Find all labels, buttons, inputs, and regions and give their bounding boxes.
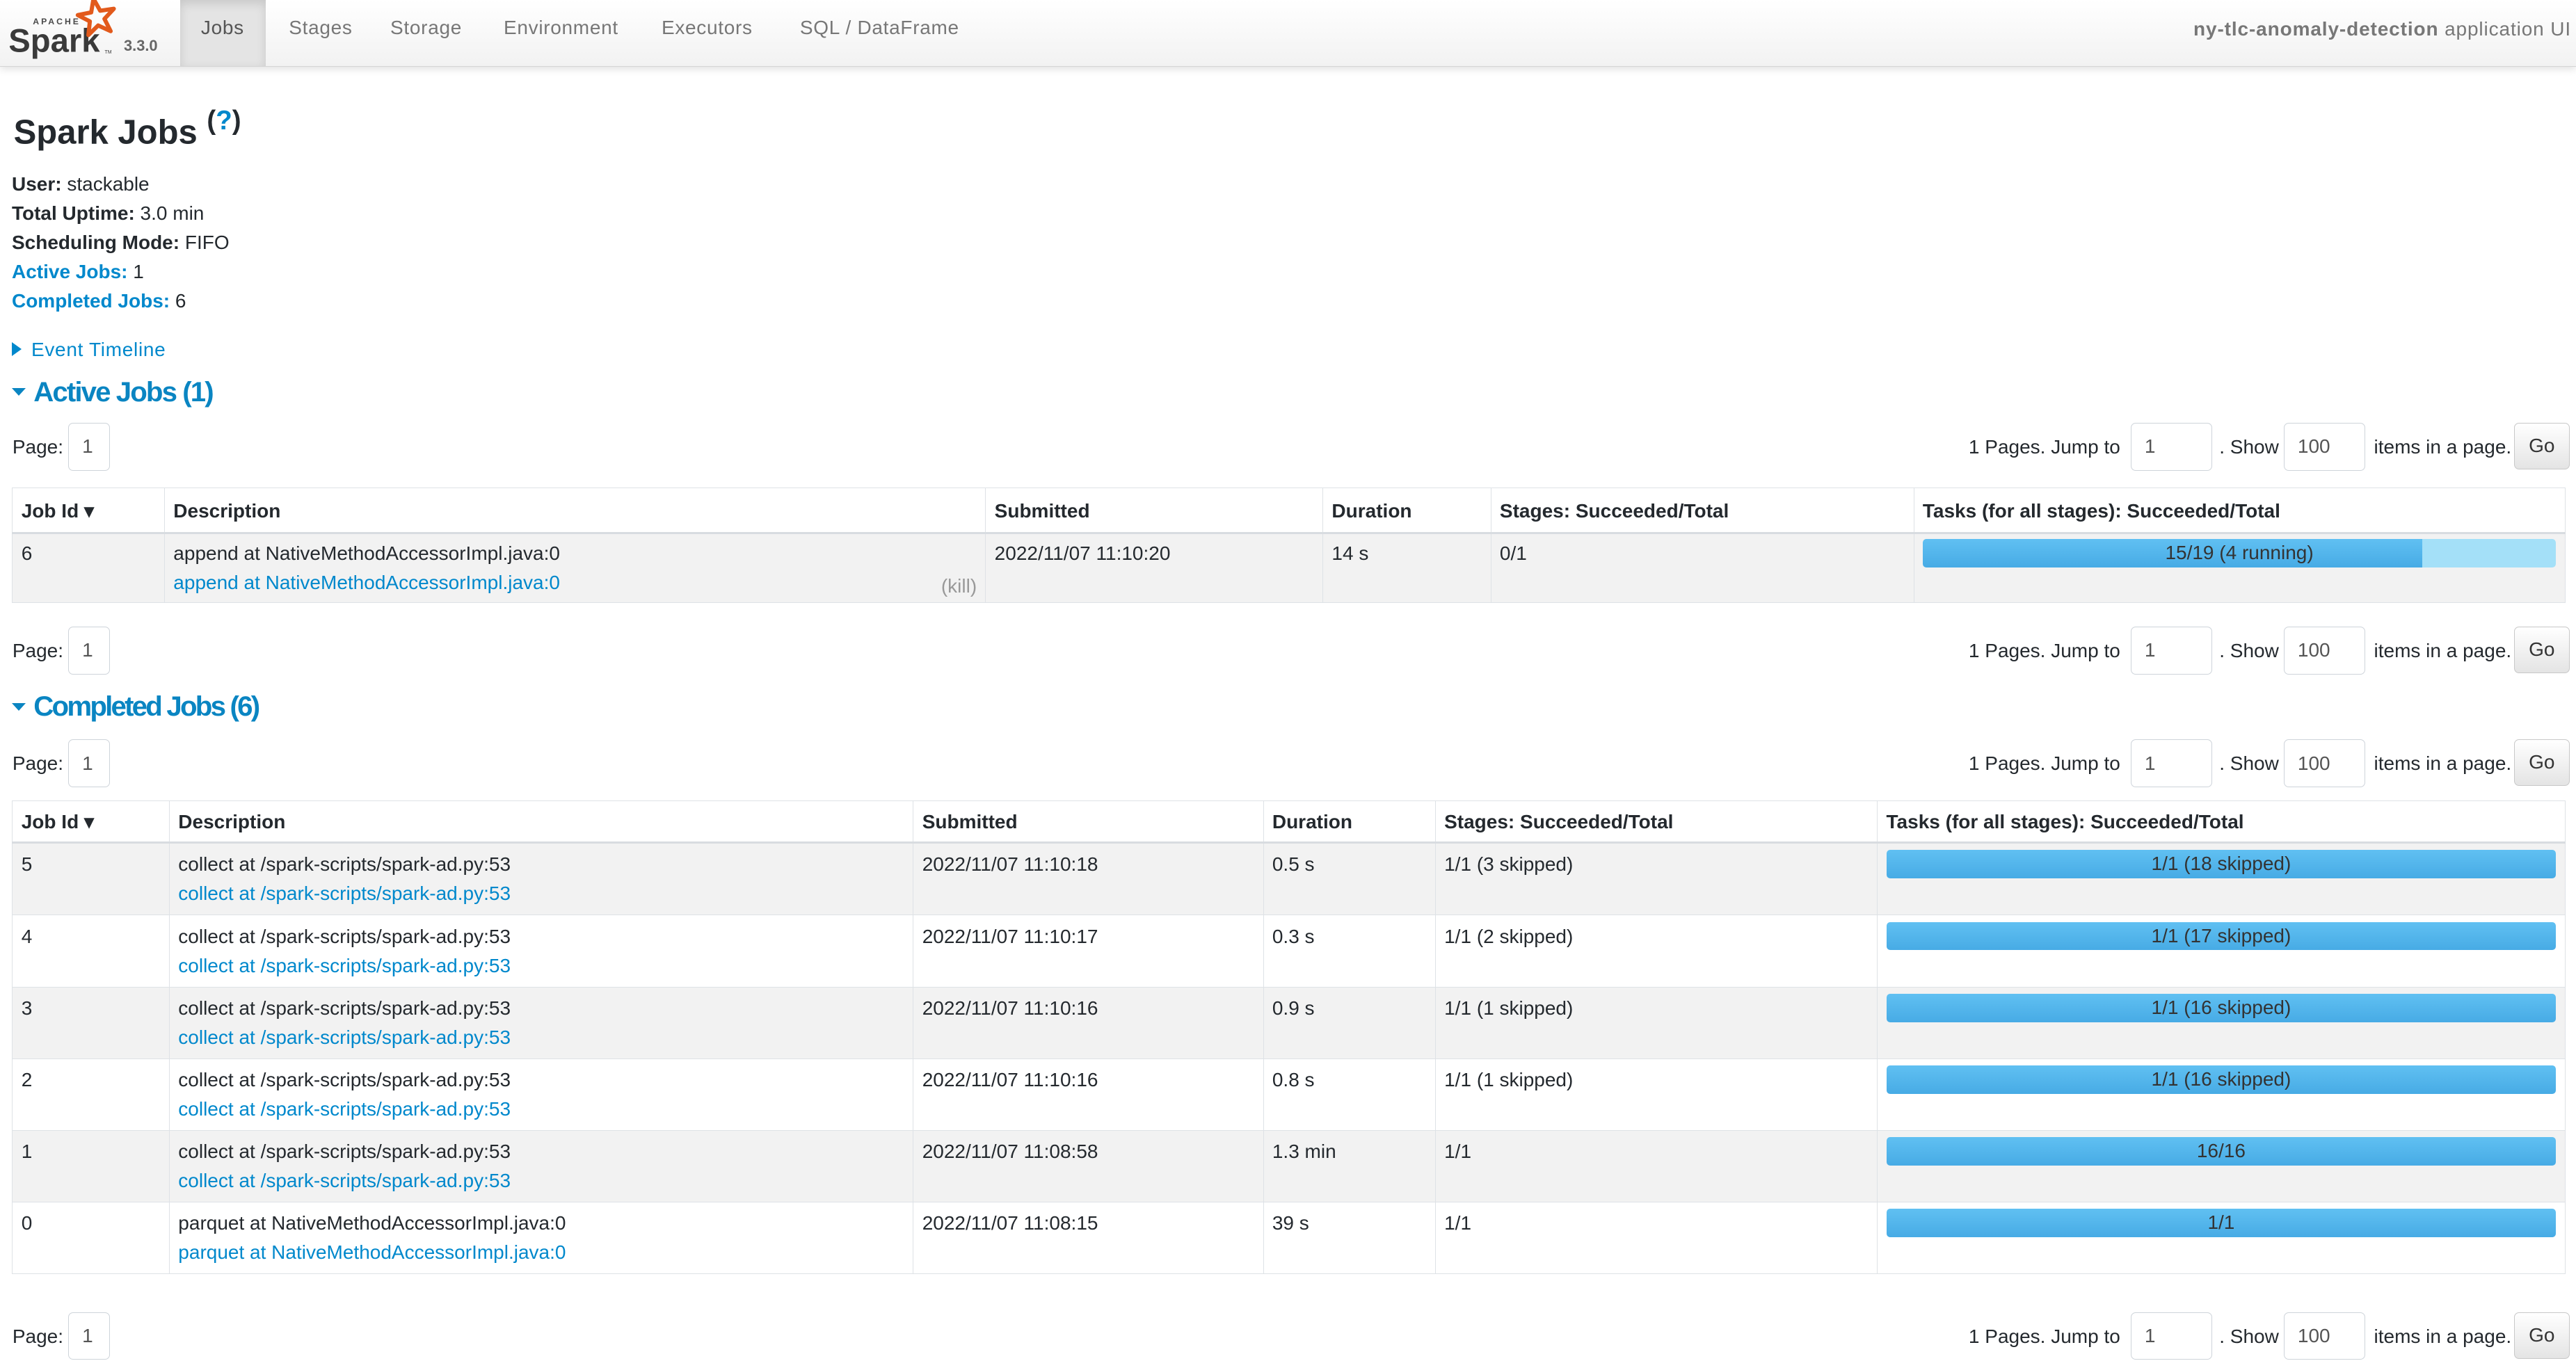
- svg-text:TM: TM: [105, 50, 112, 55]
- svg-text:Spark: Spark: [10, 22, 100, 59]
